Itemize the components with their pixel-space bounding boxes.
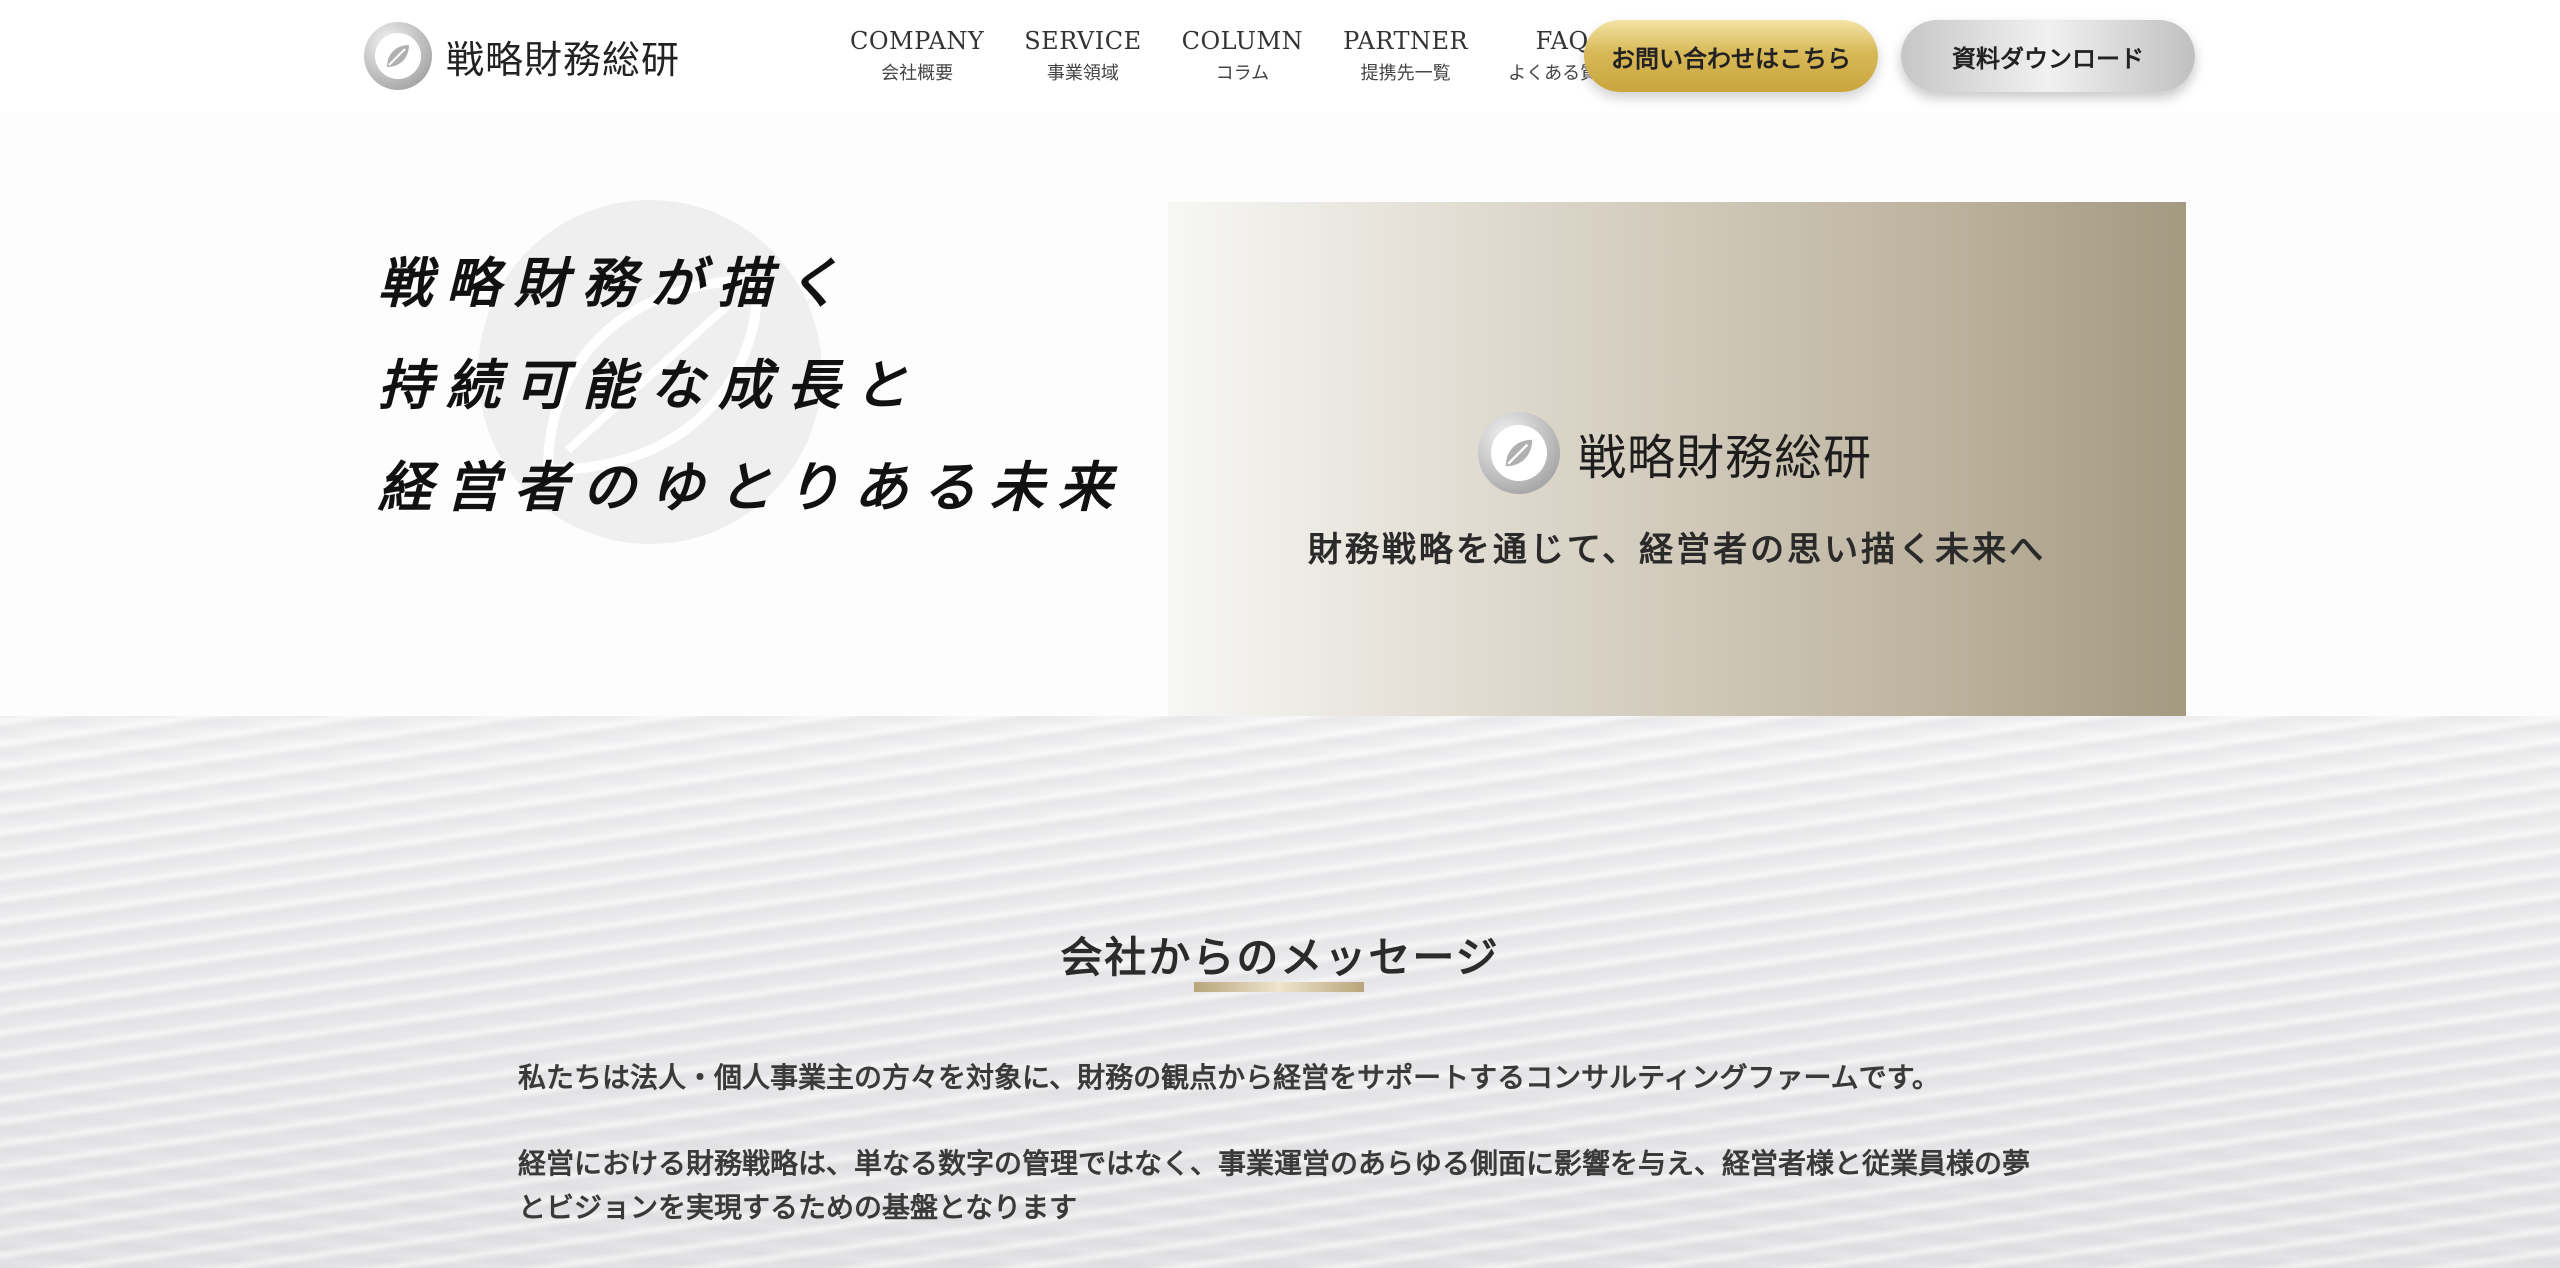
- message-title: 会社からのメッセージ: [1060, 933, 1500, 982]
- nav-company-en: COMPANY: [850, 27, 985, 55]
- nav-partner-ja: 提携先一覧: [1360, 63, 1451, 84]
- main-nav: COMPANY 会社概要 SERVICE 事業領域 COLUMN コラム PAR…: [830, 24, 1636, 88]
- hero-section: 戦略財務が描く 持続可能な成長と 経営者のゆとりある未来 戦略財務総研 財務戦略…: [0, 112, 2560, 772]
- nav-faq-en: FAQ: [1535, 27, 1589, 55]
- message-title-underline: [1194, 982, 1364, 992]
- hero-headline: 戦略財務が描く 持続可能な成長と 経営者のゆとりある未来: [378, 232, 1126, 538]
- nav-service[interactable]: SERVICE 事業領域: [1004, 24, 1161, 88]
- nav-partner[interactable]: PARTNER 提携先一覧: [1323, 24, 1488, 88]
- message-paragraph-2: 経営における財務戦略は、単なる数字の管理ではなく、事業運営のあらゆる側面に影響を…: [518, 1147, 2031, 1224]
- brand-name: 戦略財務総研: [446, 37, 681, 82]
- message-body: 私たちは法人・個人事業主の方々を対象に、財務の観点から経営をサポートするコンサル…: [518, 1056, 2038, 1268]
- hero-line-1: 戦略財務が描く: [378, 251, 854, 315]
- hero-brand-card: 戦略財務総研 財務戦略を通じて、経営者の思い描く未来へ: [1168, 202, 2186, 772]
- nav-column-ja: コラム: [1215, 63, 1270, 84]
- nav-company[interactable]: COMPANY 会社概要: [830, 24, 1004, 88]
- card-tagline: 財務戦略を通じて、経営者の思い描く未来へ: [1307, 530, 2047, 570]
- nav-company-ja: 会社概要: [881, 63, 954, 84]
- nav-service-en: SERVICE: [1024, 27, 1142, 55]
- contact-button[interactable]: お問い合わせはこちら: [1584, 20, 1878, 92]
- hero-line-2: 持続可能な成長と: [378, 353, 922, 417]
- download-button[interactable]: 資料ダウンロード: [1901, 20, 2195, 92]
- nav-column-en: COLUMN: [1181, 27, 1304, 55]
- card-brand: 戦略財務総研: [1478, 412, 1872, 494]
- site-header: 戦略財務総研 COMPANY 会社概要 SERVICE 事業領域 COLUMN …: [0, 0, 2560, 112]
- message-paragraph-1: 私たちは法人・個人事業主の方々を対象に、財務の観点から経営をサポートするコンサル…: [518, 1061, 1940, 1094]
- card-leaf-logo-icon: [1478, 412, 1560, 494]
- site-logo[interactable]: 戦略財務総研: [364, 20, 680, 92]
- company-message-section: 会社からのメッセージ 私たちは法人・個人事業主の方々を対象に、財務の観点から経営…: [0, 716, 2560, 1268]
- card-brand-name: 戦略財務総研: [1578, 430, 1873, 486]
- nav-service-ja: 事業領域: [1046, 63, 1119, 84]
- nav-partner-en: PARTNER: [1343, 27, 1469, 55]
- leaf-logo-icon: [364, 22, 432, 90]
- nav-column[interactable]: COLUMN コラム: [1162, 24, 1323, 88]
- hero-line-3: 経営者のゆとりある未来: [378, 455, 1126, 519]
